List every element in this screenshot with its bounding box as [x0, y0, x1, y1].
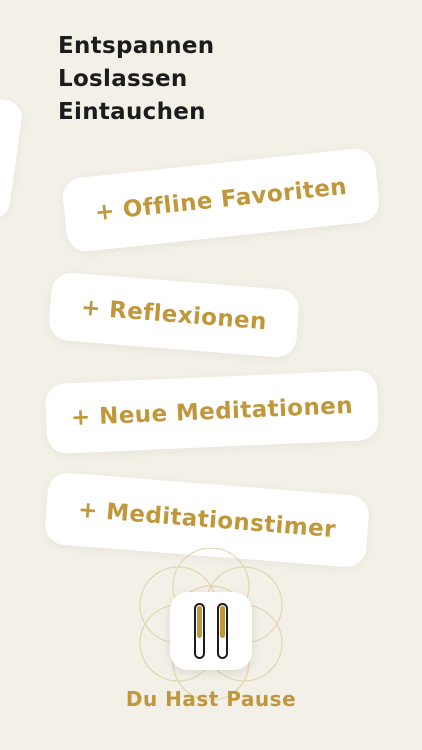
app-name: Du Hast Pause — [125, 687, 297, 711]
headline-line-2: Loslassen — [58, 66, 188, 92]
feature-offline-favoriten[interactable]: + Offline Favoriten — [60, 146, 382, 254]
app-icon[interactable] — [170, 592, 252, 670]
headline-line-1: Entspannen — [58, 33, 215, 59]
pause-icon — [194, 603, 228, 659]
feature-neue-meditationen[interactable]: + Neue Meditationen — [44, 369, 380, 455]
side-card-decoration — [0, 94, 25, 222]
headline: Entspannen Loslassen Eintauchen — [58, 30, 214, 129]
headline-line-3: Eintauchen — [58, 99, 206, 125]
feature-reflexionen[interactable]: + Reflexionen — [47, 271, 301, 359]
